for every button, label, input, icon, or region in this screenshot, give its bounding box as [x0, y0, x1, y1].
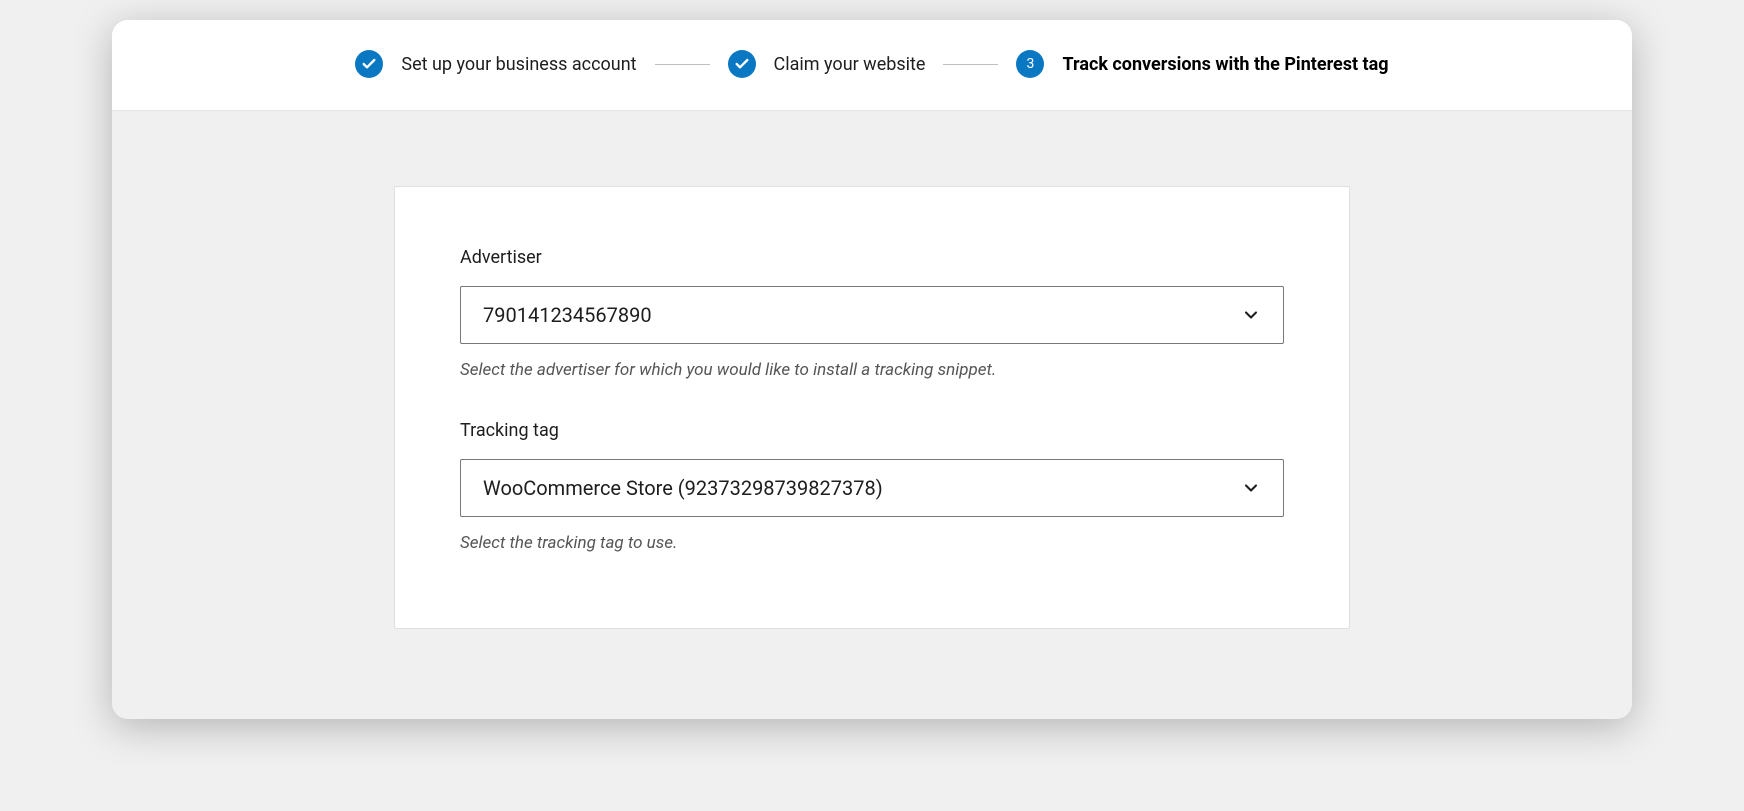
- step-claim-website[interactable]: Claim your website: [728, 50, 926, 78]
- step-number-icon: 3: [1016, 50, 1044, 78]
- tracking-tag-label: Tracking tag: [460, 420, 1284, 441]
- step-label: Track conversions with the Pinterest tag: [1062, 54, 1388, 75]
- tracking-tag-field-group: Tracking tag WooCommerce Store (92373298…: [460, 420, 1284, 553]
- advertiser-label: Advertiser: [460, 247, 1284, 268]
- step-label: Claim your website: [774, 54, 926, 75]
- advertiser-value: 790141234567890: [483, 303, 1241, 327]
- tracking-tag-select[interactable]: WooCommerce Store (92373298739827378): [460, 459, 1284, 517]
- step-separator: [655, 64, 710, 65]
- chevron-down-icon: [1241, 478, 1261, 498]
- advertiser-select[interactable]: 790141234567890: [460, 286, 1284, 344]
- advertiser-field-group: Advertiser 790141234567890 Select the ad…: [460, 247, 1284, 380]
- chevron-down-icon: [1241, 305, 1261, 325]
- step-separator: [943, 64, 998, 65]
- advertiser-help-text: Select the advertiser for which you woul…: [460, 360, 1284, 380]
- check-circle-icon: [728, 50, 756, 78]
- step-business-account[interactable]: Set up your business account: [355, 50, 636, 78]
- stepper-bar: Set up your business account Claim your …: [112, 20, 1632, 111]
- content-area: Advertiser 790141234567890 Select the ad…: [112, 111, 1632, 719]
- step-number-label: 3: [1027, 56, 1035, 72]
- setup-wizard-window: Set up your business account Claim your …: [112, 20, 1632, 719]
- step-track-conversions[interactable]: 3 Track conversions with the Pinterest t…: [1016, 50, 1388, 78]
- step-label: Set up your business account: [401, 54, 636, 75]
- tracking-tag-help-text: Select the tracking tag to use.: [460, 533, 1284, 553]
- tracking-tag-value: WooCommerce Store (92373298739827378): [483, 476, 1241, 500]
- settings-card: Advertiser 790141234567890 Select the ad…: [394, 186, 1350, 629]
- check-circle-icon: [355, 50, 383, 78]
